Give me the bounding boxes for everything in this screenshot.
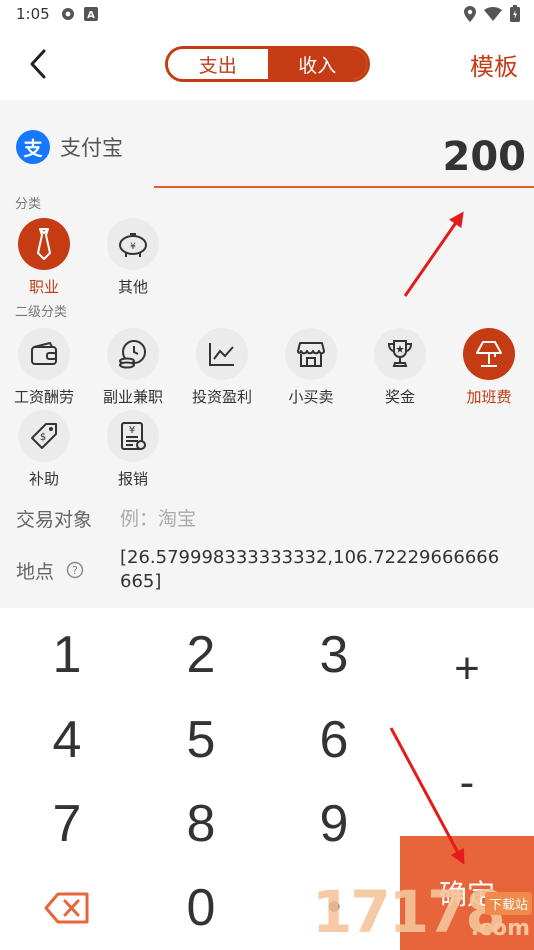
key-dot[interactable]: •	[267, 865, 401, 950]
subcategory-item-salary[interactable]: 工资酬劳	[4, 328, 84, 407]
back-button[interactable]	[20, 44, 56, 84]
subcategory-item-bonus[interactable]: 奖金	[360, 328, 440, 407]
back-arrow-icon	[30, 49, 46, 79]
svg-text:¥: ¥	[130, 242, 136, 252]
help-icon[interactable]: ?	[66, 561, 84, 579]
svg-text:?: ?	[72, 564, 78, 577]
subcategory-item-overtime[interactable]: 加班费	[449, 328, 529, 407]
battery-icon	[510, 5, 520, 22]
key-5[interactable]: 5	[134, 697, 268, 782]
svg-text:A: A	[87, 10, 95, 21]
category-item-other[interactable]: ¥ 其他	[93, 218, 173, 297]
key-minus[interactable]: -	[400, 740, 534, 825]
amount-display[interactable]: 200	[443, 134, 527, 180]
key-0[interactable]: 0	[134, 865, 268, 950]
key-backspace[interactable]	[0, 865, 134, 950]
tab-expense[interactable]: 支出	[168, 49, 268, 79]
shop-icon	[297, 342, 325, 367]
amount-underline	[154, 186, 534, 188]
tag-icon: $	[31, 423, 57, 449]
backspace-icon	[44, 892, 89, 923]
subcategory-item-side-job[interactable]: 副业兼职	[93, 328, 173, 407]
numeric-keypad: 1 2 3 + 4 5 6 - 7 8 9 0 • 确定	[0, 608, 534, 950]
wifi-icon	[484, 6, 502, 21]
account-name: 支付宝	[60, 136, 123, 160]
confirm-button[interactable]: 确定	[400, 836, 534, 950]
counterpart-input[interactable]	[120, 504, 520, 534]
key-plus[interactable]: +	[400, 626, 534, 711]
key-3[interactable]: 3	[267, 612, 401, 697]
key-4[interactable]: 4	[0, 697, 134, 782]
record-form: 支 支付宝 200 分类 职业 ¥ 其他 二级分类 工资酬劳 副业兼职 投资盈利…	[0, 100, 534, 608]
wallet-icon	[31, 342, 57, 365]
location-label: 地点	[16, 561, 55, 583]
key-8[interactable]: 8	[134, 781, 268, 866]
location-icon	[464, 5, 476, 22]
trophy-icon	[387, 340, 413, 367]
category-section-label: 分类	[15, 197, 42, 212]
subcategory-item-small-business[interactable]: 小买卖	[271, 328, 351, 407]
tab-income[interactable]: 收入	[267, 49, 367, 79]
key-2[interactable]: 2	[134, 612, 268, 697]
template-button[interactable]: 模板	[470, 47, 518, 82]
line-chart-icon	[209, 343, 234, 366]
status-time: 1:05	[16, 5, 50, 23]
status-bar: 1:05 A	[0, 0, 534, 30]
key-9[interactable]: 9	[267, 781, 401, 866]
top-bar: 支出 收入 模板	[0, 30, 534, 100]
account-selector[interactable]: 支 支付宝	[16, 130, 123, 164]
subcategory-section-label: 二级分类	[15, 305, 68, 320]
subcategory-item-subsidy[interactable]: $ 补助	[4, 410, 84, 489]
a-letter-icon: A	[84, 7, 98, 21]
alipay-icon: 支	[16, 130, 50, 164]
key-6[interactable]: 6	[267, 697, 401, 782]
svg-text:$: $	[40, 432, 46, 443]
piggy-bank-icon: ¥	[119, 233, 147, 257]
svg-text:¥: ¥	[129, 425, 135, 436]
tie-icon	[37, 228, 51, 260]
subcategory-item-investment[interactable]: 投资盈利	[182, 328, 262, 407]
location-value[interactable]: [26.579998333333332,106.72229666666665]	[120, 546, 510, 594]
counterpart-label: 交易对象	[16, 509, 93, 531]
key-1[interactable]: 1	[0, 612, 134, 697]
subcategory-item-reimbursement[interactable]: ¥ 报销	[93, 410, 173, 489]
category-item-career[interactable]: 职业	[4, 218, 84, 297]
receipt-icon: ¥	[121, 422, 146, 450]
type-toggle: 支出 收入	[165, 46, 370, 82]
gear-icon	[62, 8, 74, 20]
lamp-icon	[476, 341, 502, 367]
key-7[interactable]: 7	[0, 781, 134, 866]
coins-clock-icon	[119, 340, 146, 369]
